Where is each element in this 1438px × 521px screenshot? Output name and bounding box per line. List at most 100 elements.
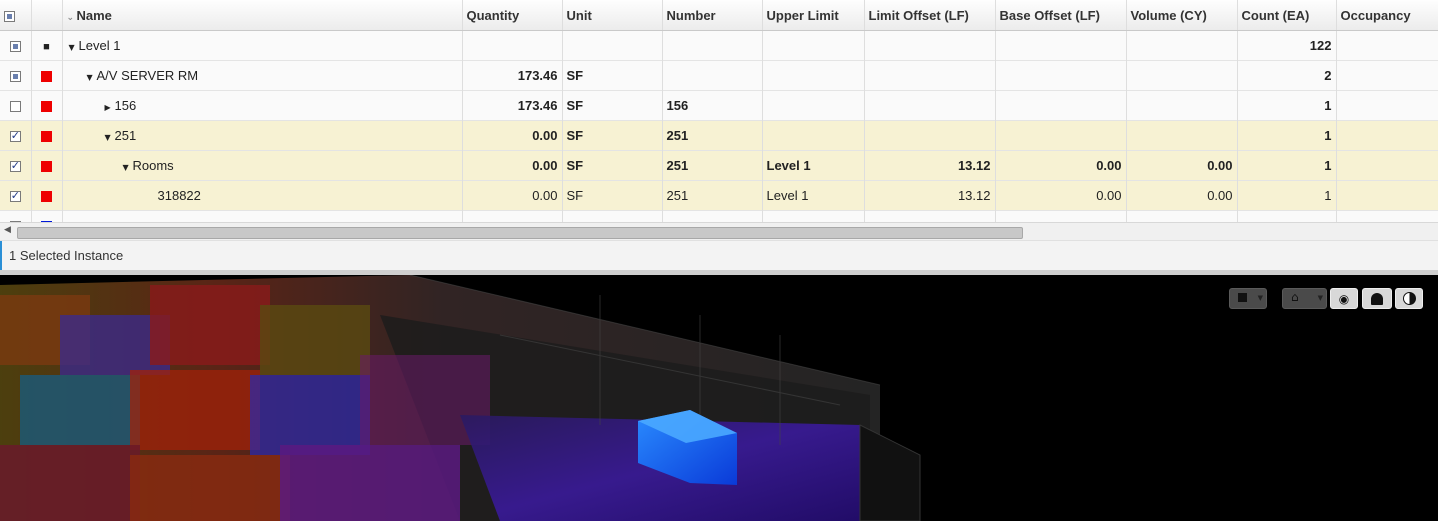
cell-upper-limit: Level 1 <box>762 150 865 181</box>
cell-count: 122 <box>1237 30 1337 61</box>
cell-occupancy <box>1336 60 1438 91</box>
color-swatch[interactable] <box>41 101 52 113</box>
cell-limit-offset <box>864 120 996 151</box>
horizontal-scrollbar[interactable]: ◀ <box>0 222 1438 242</box>
table-row[interactable]: ▼Rooms 0.00 SF 251 Level 1 13.12 0.00 0.… <box>0 150 1438 181</box>
cell-occupancy <box>1336 180 1438 211</box>
eye-icon: ◉ <box>1338 291 1350 306</box>
expand-caret-icon[interactable]: ▼ <box>105 133 115 142</box>
contrast-button[interactable] <box>1395 288 1423 309</box>
cell-base-offset <box>995 60 1127 91</box>
cell-number <box>662 60 763 91</box>
row-checkbox[interactable] <box>9 159 21 173</box>
cell-volume: 0.00 <box>1126 180 1238 211</box>
scroll-left-arrow-icon[interactable]: ◀ <box>4 225 11 235</box>
home-view-dropdown[interactable]: ⌂ ▼ <box>1282 288 1327 309</box>
selection-status-text: 1 Selected Instance <box>9 248 124 263</box>
stop-square-icon <box>1238 293 1247 302</box>
table-row[interactable]: 318822 0.00 SF 251 Level 1 13.12 0.00 0.… <box>0 180 1438 211</box>
cell-volume <box>1126 90 1238 121</box>
color-swatch[interactable] <box>41 71 52 83</box>
row-name: 318822 <box>157 188 201 203</box>
row-checkbox[interactable] <box>9 41 21 53</box>
chevron-down-icon: ▼ <box>1257 294 1263 302</box>
building-edge <box>859 424 921 521</box>
table-row[interactable]: ▼251 0.00 SF 251 1 <box>0 120 1438 151</box>
column-header-base-offset[interactable]: Base Offset (LF) <box>995 0 1127 31</box>
cell-unit <box>562 30 663 61</box>
cell-unit: SF <box>562 180 663 211</box>
cell-quantity: 0.00 <box>462 180 563 211</box>
cell-number: 156 <box>662 90 763 121</box>
row-checkbox[interactable] <box>9 129 21 143</box>
column-header-number[interactable]: Number <box>662 0 763 31</box>
room-block <box>130 370 260 450</box>
cell-base-offset: 0.00 <box>995 150 1127 181</box>
column-header-count[interactable]: Count (EA) <box>1237 0 1337 31</box>
column-header-limit-offset[interactable]: Limit Offset (LF) <box>864 0 996 31</box>
cell-limit-offset <box>864 90 996 121</box>
table-row[interactable]: ▼ A/V SERVER RM 173.46 SF 2 <box>0 60 1438 91</box>
color-swatch[interactable] <box>41 161 52 173</box>
display-mode-dropdown[interactable]: ▼ <box>1229 288 1267 309</box>
cell-base-offset <box>995 90 1127 121</box>
cell-upper-limit: Level 1 <box>762 180 865 211</box>
cell-count: 1 <box>1237 90 1337 121</box>
cell-volume <box>1126 30 1238 61</box>
cell-occupancy <box>1336 120 1438 151</box>
color-swatch[interactable] <box>41 191 52 203</box>
room-block <box>260 305 370 375</box>
cell-unit: SF <box>562 90 663 121</box>
scrollbar-thumb[interactable] <box>17 227 1023 239</box>
cell-volume <box>1126 120 1238 151</box>
cell-unit: SF <box>562 150 663 181</box>
comment-icon[interactable]: ■ <box>43 41 50 53</box>
room-block <box>150 285 270 365</box>
ghost-mode-button[interactable] <box>1362 288 1392 309</box>
cell-upper-limit <box>762 60 865 91</box>
home-icon: ⌂ <box>1291 290 1299 304</box>
row-checkbox[interactable] <box>9 189 21 203</box>
cell-quantity: 0.00 <box>462 150 563 181</box>
column-header-quantity[interactable]: Quantity <box>462 0 563 31</box>
row-checkbox[interactable] <box>9 71 21 83</box>
cell-limit-offset <box>864 60 996 91</box>
table-row[interactable]: ▶ 156 173.46 SF 156 1 <box>0 90 1438 121</box>
sort-chevron-icon[interactable]: ⌄ <box>67 13 77 23</box>
column-header-name[interactable]: ⌄ Name <box>62 0 463 31</box>
cell-quantity: 0.00 <box>462 120 563 151</box>
row-name: 251 <box>114 128 137 143</box>
cell-base-offset: 0.00 <box>995 180 1127 211</box>
cell-base-offset <box>995 30 1127 61</box>
cell-occupancy <box>1336 90 1438 121</box>
column-header-upper-limit[interactable]: Upper Limit <box>762 0 865 31</box>
cell-base-offset <box>995 120 1127 151</box>
expand-caret-icon[interactable]: ▼ <box>123 163 133 172</box>
cell-count: 1 <box>1237 150 1337 181</box>
row-name: A/V SERVER RM <box>96 68 199 83</box>
select-all-checkbox[interactable] <box>4 10 15 22</box>
column-header-volume[interactable]: Volume (CY) <box>1126 0 1238 31</box>
cell-occupancy <box>1336 150 1438 181</box>
row-checkbox[interactable] <box>9 101 21 113</box>
cell-upper-limit <box>762 120 865 151</box>
expand-caret-icon[interactable]: ▼ <box>69 43 79 52</box>
column-header-occupancy[interactable]: Occupancy <box>1336 0 1438 31</box>
visibility-button[interactable]: ◉ <box>1330 288 1358 309</box>
column-header-unit[interactable]: Unit <box>562 0 663 31</box>
cell-quantity <box>462 30 563 61</box>
color-swatch[interactable] <box>41 131 52 143</box>
model-grid: ⌄ Name Quantity Unit Number Upper Limit L… <box>0 0 1438 228</box>
status-bar: 1 Selected Instance <box>0 240 1438 271</box>
cell-volume: 0.00 <box>1126 150 1238 181</box>
table-row[interactable]: ■ ▼ Level 1 122 <box>0 30 1438 61</box>
3d-viewer[interactable]: ▼ ⌂ ▼ ◉ <box>0 275 1438 521</box>
cell-upper-limit <box>762 90 865 121</box>
expand-caret-icon[interactable]: ▶ <box>105 103 115 112</box>
expand-caret-icon[interactable]: ▼ <box>87 73 97 82</box>
room-block <box>20 375 140 445</box>
cell-limit-offset: 13.12 <box>864 180 996 211</box>
select-all-header[interactable] <box>0 0 32 31</box>
cell-occupancy <box>1336 30 1438 61</box>
cell-number: 251 <box>662 150 763 181</box>
